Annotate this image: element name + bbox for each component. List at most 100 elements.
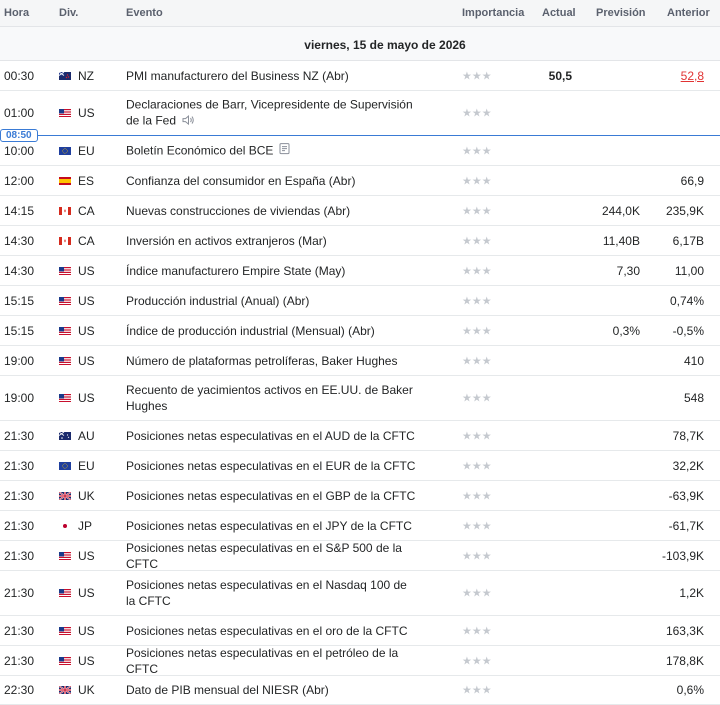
table-row[interactable]: 21:30 AU Posiciones netas especulativas … <box>0 421 720 451</box>
importance-stars-icon: ★★★ <box>462 550 492 562</box>
previous-value: 0,6% <box>676 683 704 697</box>
event-name[interactable]: Posiciones netas especulativas en el AUD… <box>126 428 416 444</box>
event-label[interactable]: Posiciones netas especulativas en el Nas… <box>126 578 407 608</box>
currency-code: US <box>78 293 95 308</box>
currency-code: US <box>78 323 95 338</box>
col-actual[interactable]: Actual <box>542 7 576 19</box>
event-name[interactable]: Posiciones netas especulativas en el JPY… <box>126 518 416 534</box>
event-name[interactable]: Posiciones netas especulativas en el GBP… <box>126 488 416 504</box>
event-name[interactable]: Recuento de yacimientos activos en EE.UU… <box>126 382 416 414</box>
table-row[interactable]: 21:30 US Posiciones netas especulativas … <box>0 646 720 676</box>
table-row[interactable]: 01:00 US Declaraciones de Barr, Vicepres… <box>0 91 720 136</box>
event-name[interactable]: Posiciones netas especulativas en el EUR… <box>126 458 416 474</box>
flag-ca-icon <box>59 206 71 215</box>
table-row[interactable]: 19:00 US Número de plataformas petrolífe… <box>0 346 720 376</box>
event-name[interactable]: PMI manufacturero del Business NZ (Abr) <box>126 68 416 84</box>
event-label[interactable]: Posiciones netas especulativas en el S&P… <box>126 541 402 571</box>
col-importancia[interactable]: Importancia <box>462 7 524 19</box>
event-label[interactable]: Posiciones netas especulativas en el EUR… <box>126 459 415 473</box>
event-label[interactable]: Posiciones netas especulativas en el pet… <box>126 646 398 676</box>
event-time: 21:30 <box>4 586 35 600</box>
table-row[interactable]: 21:30 US Posiciones netas especulativas … <box>0 571 720 616</box>
event-name[interactable]: Número de plataformas petrolíferas, Bake… <box>126 353 416 369</box>
event-name[interactable]: Dato de PIB mensual del NIESR (Abr) <box>126 682 416 698</box>
document-icon[interactable] <box>279 143 290 159</box>
importance-stars-icon: ★★★ <box>462 460 492 472</box>
event-label[interactable]: Declaraciones de Barr, Vicepresidente de… <box>126 98 413 128</box>
event-label[interactable]: Número de plataformas petrolíferas, Bake… <box>126 354 397 368</box>
table-row[interactable]: 21:30 UK Posiciones netas especulativas … <box>0 481 720 511</box>
event-time: 15:15 <box>4 323 35 338</box>
table-row[interactable]: 21:30 JP Posiciones netas especulativas … <box>0 511 720 541</box>
flag-eu-icon <box>59 146 71 155</box>
forecast-value: 244,0K <box>601 203 640 218</box>
importance-stars-icon: ★★★ <box>462 325 492 337</box>
table-row[interactable]: 22:30 UK Dato de PIB mensual del NIESR (… <box>0 676 720 705</box>
event-label[interactable]: PMI manufacturero del Business NZ (Abr) <box>126 69 349 83</box>
flag-us-icon <box>59 589 71 597</box>
event-name[interactable]: Declaraciones de Barr, Vicepresidente de… <box>126 97 416 130</box>
event-name[interactable]: Índice de producción industrial (Mensual… <box>126 323 416 339</box>
previous-value: -0,5% <box>672 323 704 338</box>
event-label[interactable]: Posiciones netas especulativas en el JPY… <box>126 519 412 533</box>
previous-value: -61,7K <box>668 518 704 533</box>
event-label[interactable]: Posiciones netas especulativas en el GBP… <box>126 489 415 503</box>
flag-us-icon <box>59 326 71 335</box>
table-row[interactable]: 14:30 US Índice manufacturero Empire Sta… <box>0 256 720 286</box>
table-row[interactable]: 12:00 ES Confianza del consumidor en Esp… <box>0 166 720 196</box>
event-label[interactable]: Índice manufacturero Empire State (May) <box>126 264 345 278</box>
col-div[interactable]: Div. <box>59 7 78 19</box>
event-time: 21:30 <box>4 623 35 638</box>
event-label[interactable]: Índice de producción industrial (Mensual… <box>126 324 375 338</box>
table-row[interactable]: 21:30 US Posiciones netas especulativas … <box>0 541 720 571</box>
table-row[interactable]: 15:15 US Índice de producción industrial… <box>0 316 720 346</box>
event-label[interactable]: Producción industrial (Anual) (Abr) <box>126 294 309 308</box>
table-row[interactable]: 15:15 US Producción industrial (Anual) (… <box>0 286 720 316</box>
table-row[interactable]: 21:30 EU Posiciones netas especulativas … <box>0 451 720 481</box>
previous-value: 66,9 <box>680 173 704 188</box>
forecast-value: 7,30 <box>616 263 640 278</box>
event-label[interactable]: Posiciones netas especulativas en el AUD… <box>126 429 415 443</box>
event-name[interactable]: Producción industrial (Anual) (Abr) <box>126 293 416 309</box>
col-evento[interactable]: Evento <box>126 7 163 19</box>
event-name[interactable]: Inversión en activos extranjeros (Mar) <box>126 233 416 249</box>
currency-code: NZ <box>78 69 94 83</box>
speaker-icon[interactable] <box>182 113 195 129</box>
event-label[interactable]: Nuevas construcciones de viviendas (Abr) <box>126 204 350 218</box>
event-label[interactable]: Dato de PIB mensual del NIESR (Abr) <box>126 683 329 697</box>
previous-value: 6,17B <box>672 233 704 248</box>
event-time: 21:30 <box>4 458 35 473</box>
table-row[interactable]: 21:30 US Posiciones netas especulativas … <box>0 616 720 646</box>
table-row[interactable]: 00:30 NZ PMI manufacturero del Business … <box>0 62 720 91</box>
table-row[interactable]: 19:00 US Recuento de yacimientos activos… <box>0 376 720 421</box>
event-label[interactable]: Posiciones netas especulativas en el oro… <box>126 624 407 638</box>
event-name[interactable]: Posiciones netas especulativas en el S&P… <box>126 540 416 572</box>
event-label[interactable]: Confianza del consumidor en España (Abr) <box>126 174 355 188</box>
event-label[interactable]: Inversión en activos extranjeros (Mar) <box>126 234 327 248</box>
event-time: 22:30 <box>4 683 35 697</box>
event-name[interactable]: Posiciones netas especulativas en el Nas… <box>126 577 416 609</box>
importance-stars-icon: ★★★ <box>462 587 492 600</box>
currency-code: EU <box>78 143 95 158</box>
event-name[interactable]: Posiciones netas especulativas en el pet… <box>126 645 416 677</box>
importance-stars-icon: ★★★ <box>462 490 492 502</box>
col-hora[interactable]: Hora <box>4 7 29 19</box>
event-time: 21:30 <box>4 488 35 503</box>
event-name[interactable]: Posiciones netas especulativas en el oro… <box>126 623 416 639</box>
event-time: 14:30 <box>4 233 35 248</box>
col-prevision[interactable]: Previsión <box>596 7 646 19</box>
event-name[interactable]: Boletín Económico del BCE <box>126 142 416 159</box>
event-time: 00:30 <box>4 69 35 83</box>
event-name[interactable]: Índice manufacturero Empire State (May) <box>126 263 416 279</box>
table-row[interactable]: 14:15 CA Nuevas construcciones de vivien… <box>0 196 720 226</box>
event-label[interactable]: Boletín Económico del BCE <box>126 143 273 157</box>
event-time: 15:15 <box>4 293 35 308</box>
table-row[interactable]: 14:30 CA Inversión en activos extranjero… <box>0 226 720 256</box>
event-label[interactable]: Recuento de yacimientos activos en EE.UU… <box>126 383 413 413</box>
currency-code: CA <box>78 203 95 218</box>
event-name[interactable]: Confianza del consumidor en España (Abr) <box>126 173 416 189</box>
col-anterior[interactable]: Anterior <box>667 7 710 19</box>
event-name[interactable]: Nuevas construcciones de viviendas (Abr) <box>126 203 416 219</box>
table-row[interactable]: 10:00 EU Boletín Económico del BCE ★★★ <box>0 136 720 166</box>
importance-stars-icon: ★★★ <box>462 145 492 157</box>
